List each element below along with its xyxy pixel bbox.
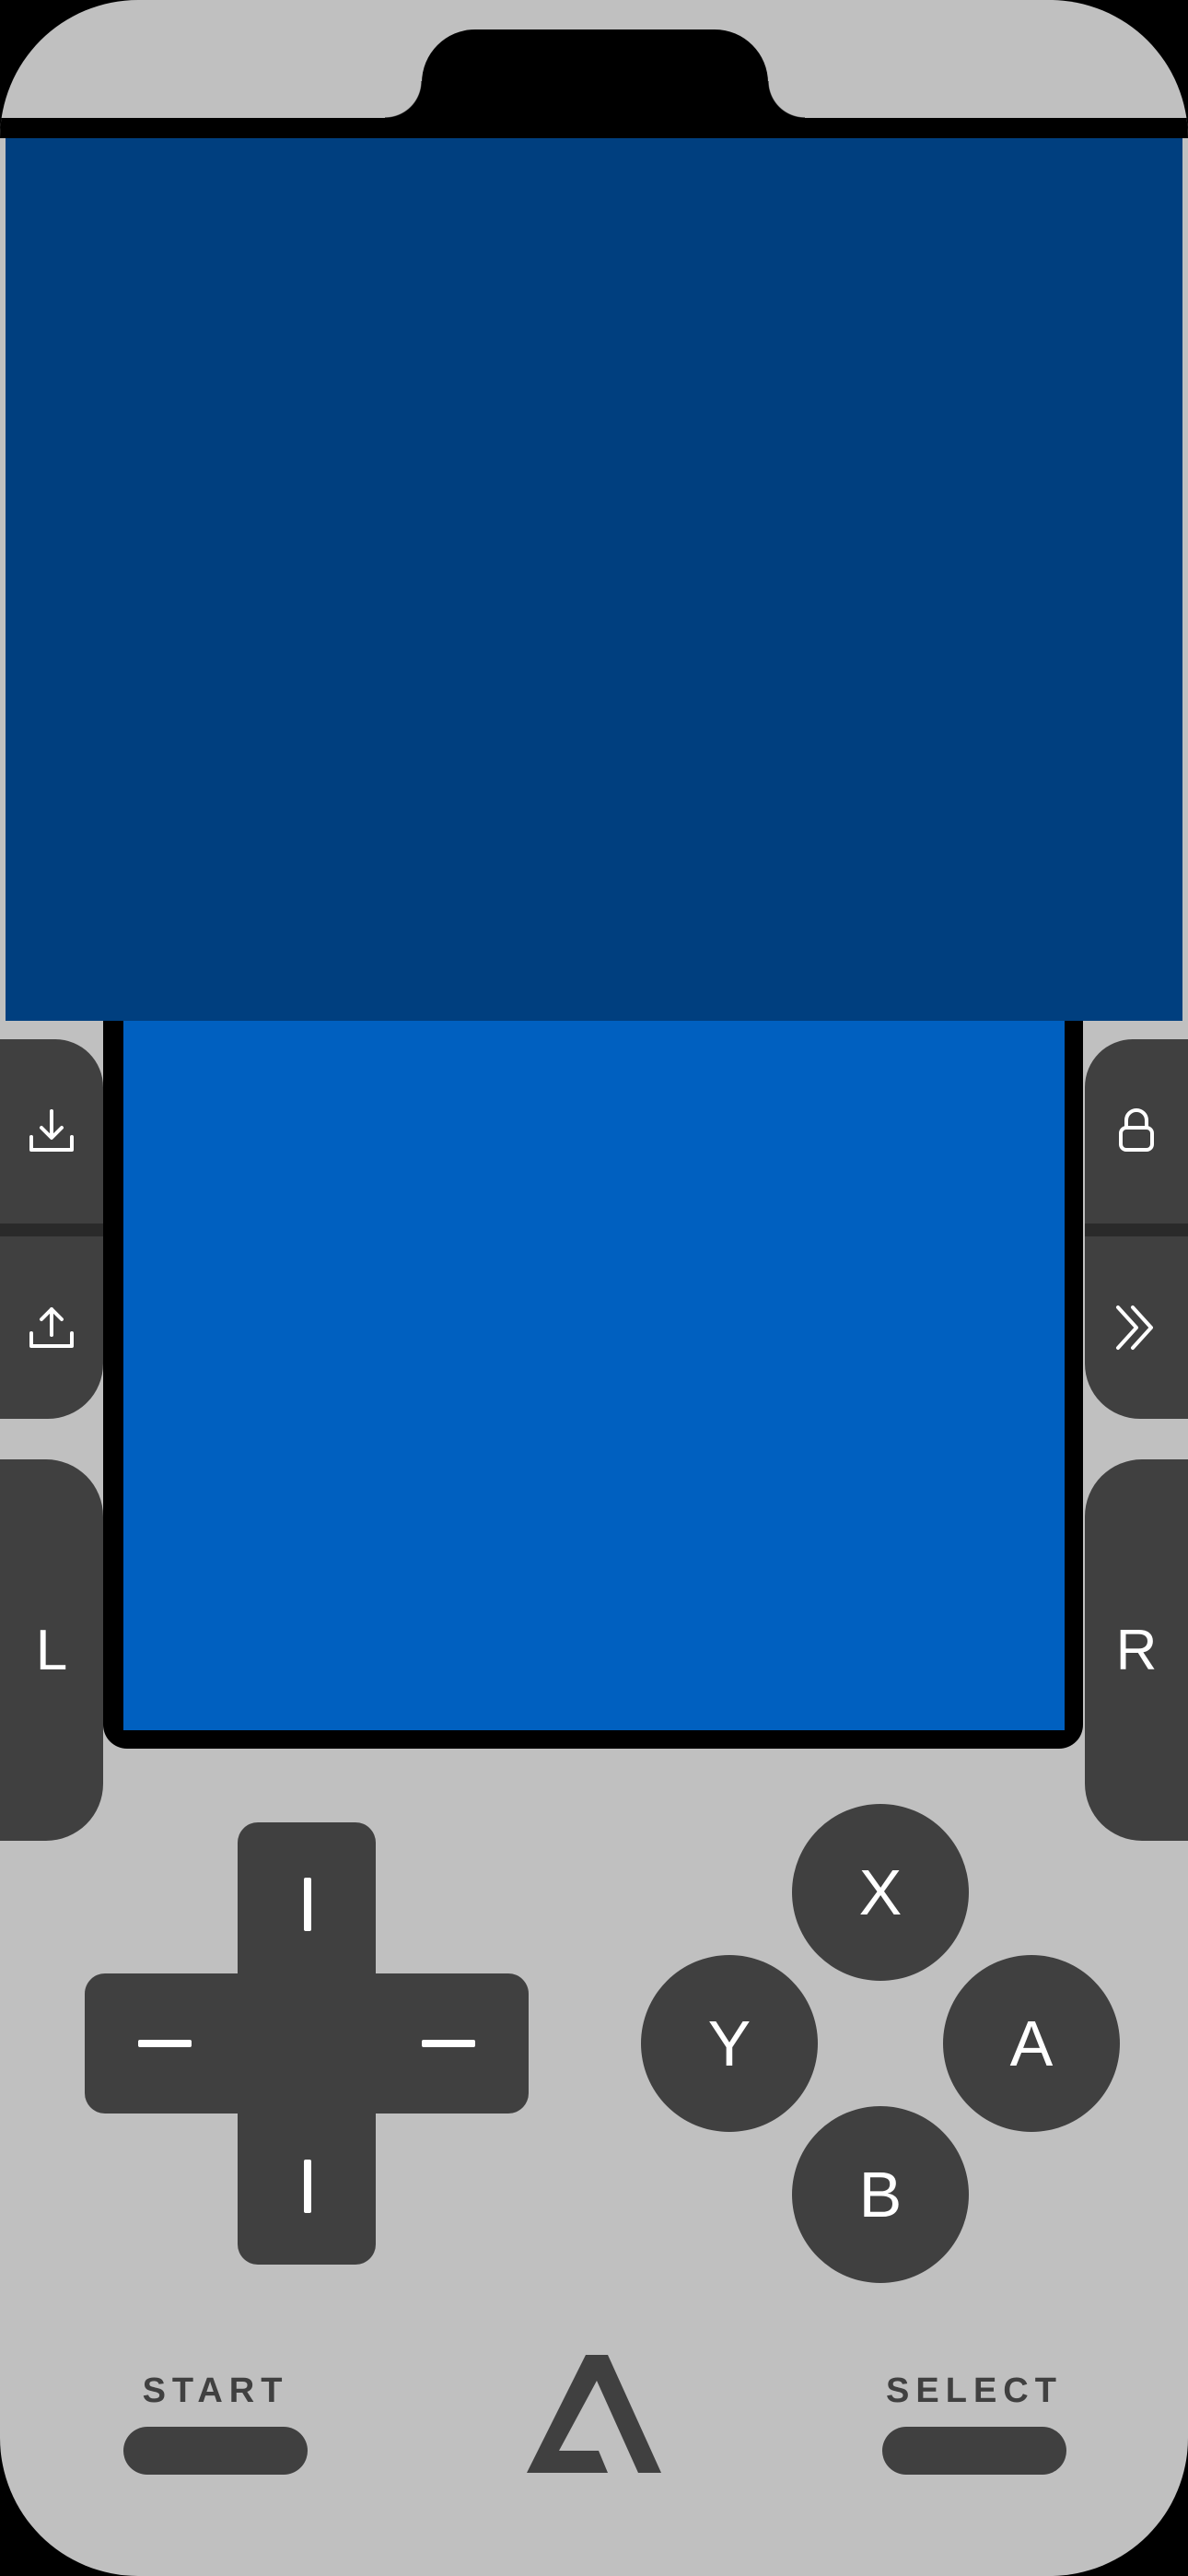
x-button-label: X — [858, 1856, 903, 1928]
left-button-divider — [0, 1224, 103, 1236]
b-button[interactable]: B — [792, 2106, 969, 2283]
l-button-label: L — [35, 1618, 68, 1682]
fast-forward-icon — [1109, 1300, 1164, 1355]
select-label: SELECT — [886, 2371, 1063, 2410]
fast-forward-button[interactable] — [1085, 1236, 1188, 1419]
b-button-label: B — [858, 2159, 903, 2231]
dpad-left-mark — [138, 2040, 192, 2047]
lock-button[interactable] — [1085, 1039, 1188, 1224]
y-button-label: Y — [707, 2008, 751, 2079]
dpad-right-mark — [422, 2040, 475, 2047]
dpad-up-mark — [304, 1878, 311, 1931]
a-button-label: A — [1009, 2008, 1054, 2079]
a-button[interactable]: A — [943, 1955, 1120, 2132]
top-game-screen — [6, 138, 1182, 1021]
y-button[interactable]: Y — [641, 1955, 818, 2132]
r-shoulder-button[interactable]: R — [1085, 1459, 1188, 1841]
select-button[interactable] — [882, 2427, 1066, 2475]
right-button-divider — [1085, 1224, 1188, 1236]
dpad-down-mark — [304, 2160, 311, 2213]
bottom-touch-screen[interactable] — [123, 1021, 1065, 1730]
load-state-button[interactable] — [0, 1236, 103, 1419]
x-button[interactable]: X — [792, 1804, 969, 1981]
upload-icon — [26, 1302, 77, 1353]
start-label: START — [142, 2371, 289, 2410]
download-icon — [26, 1106, 77, 1157]
notch-corner-left — [385, 81, 422, 118]
r-button-label: R — [1115, 1618, 1158, 1682]
app-logo-icon[interactable] — [527, 2355, 661, 2477]
start-button[interactable] — [123, 2427, 308, 2475]
lock-icon — [1115, 1107, 1158, 1155]
l-shoulder-button[interactable]: L — [0, 1459, 103, 1841]
notch-corner-right — [768, 81, 805, 118]
save-state-button[interactable] — [0, 1039, 103, 1224]
device-notch — [422, 29, 768, 149]
emulator-device: L R X Y A B START SELECT — [0, 0, 1188, 2576]
